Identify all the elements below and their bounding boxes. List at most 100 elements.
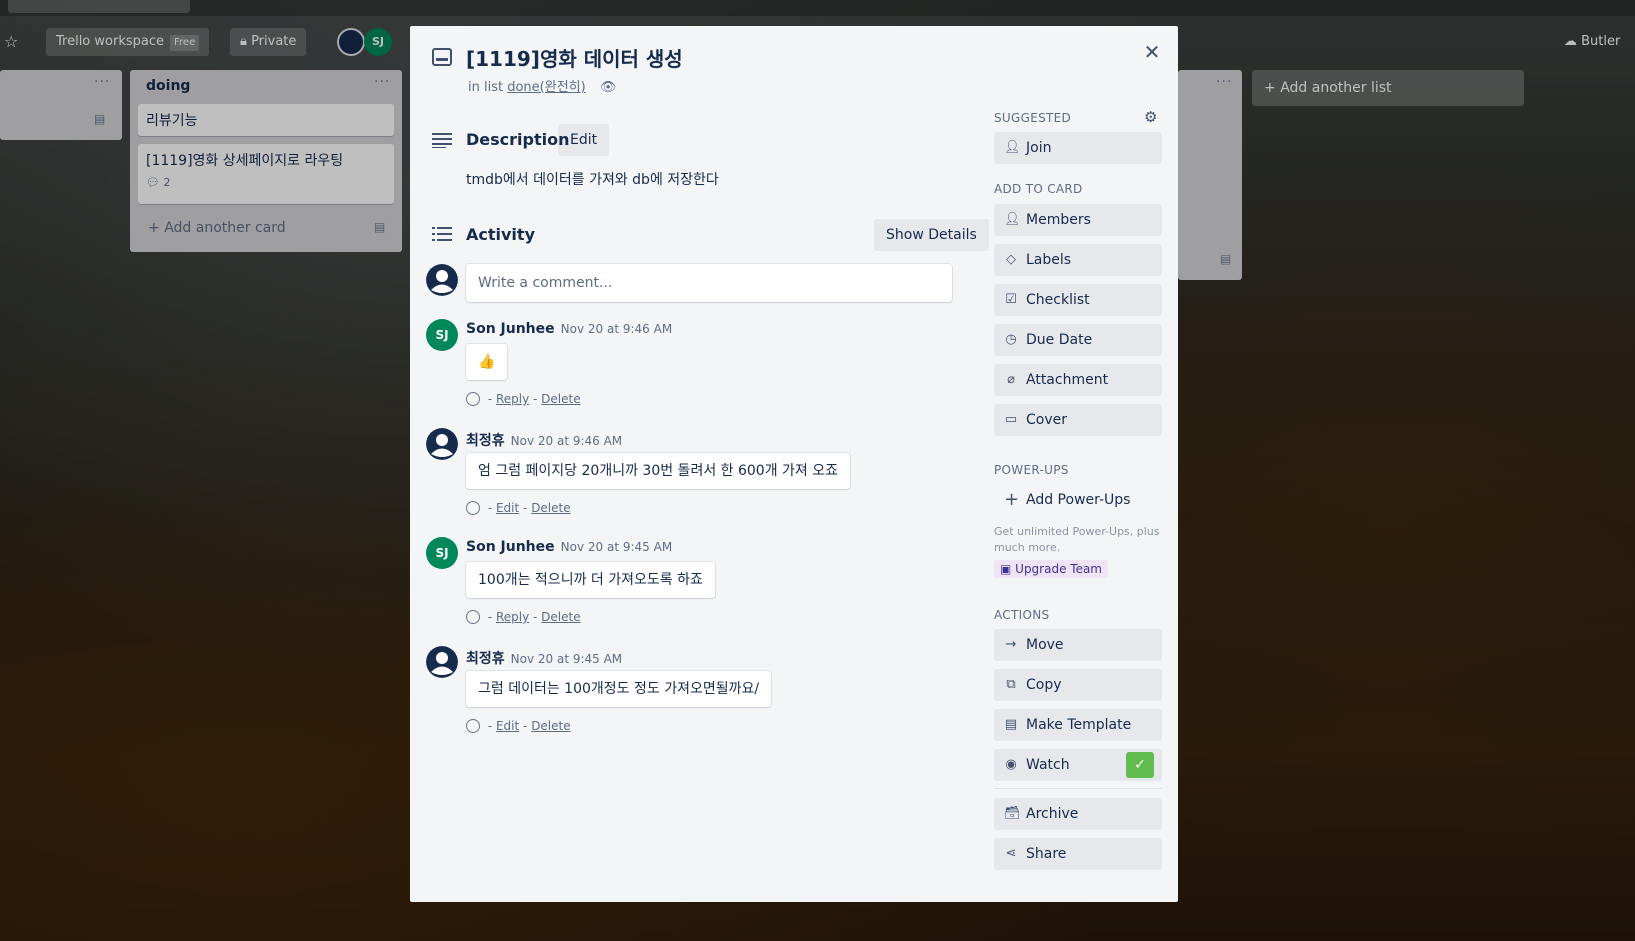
edit-link[interactable]: Edit bbox=[496, 501, 519, 515]
comment-text: 그럼 데이터는 100개정도 정도 가져오면될까요/ bbox=[466, 671, 772, 707]
comment-time[interactable]: Nov 20 at 9:46 AM bbox=[561, 322, 673, 336]
person-icon: 👤︎ bbox=[1004, 140, 1021, 155]
reply-link[interactable]: Reply bbox=[496, 392, 529, 406]
person-icon: 👤︎ bbox=[1004, 212, 1021, 227]
list-name-link[interactable]: done(완전히) bbox=[507, 80, 585, 95]
watch-label: Watch bbox=[1026, 757, 1070, 773]
upgrade-team-button[interactable]: ▣ Upgrade Team bbox=[994, 560, 1108, 578]
comment-time[interactable]: Nov 20 at 9:45 AM bbox=[561, 540, 673, 554]
clock-icon: ◷ bbox=[1005, 332, 1017, 347]
share-icon: ⋖ bbox=[1005, 846, 1017, 861]
author-name: 최정휴 bbox=[466, 651, 505, 667]
checklist-icon: ☑ bbox=[1005, 292, 1017, 307]
add-reaction-icon[interactable] bbox=[466, 501, 480, 515]
add-reaction-icon[interactable] bbox=[466, 392, 480, 406]
labels-button[interactable]: ◇ Labels bbox=[994, 244, 1162, 276]
description-heading: Description bbox=[466, 130, 570, 149]
check-icon: ✓ bbox=[1126, 752, 1154, 778]
archive-button[interactable]: 🗃︎ Archive bbox=[994, 798, 1162, 830]
share-button[interactable]: ⋖ Share bbox=[994, 838, 1162, 870]
members-button[interactable]: 👤︎ Members bbox=[994, 204, 1162, 236]
tag-icon: ◇ bbox=[1006, 252, 1016, 267]
move-label: Move bbox=[1026, 637, 1064, 653]
arrow-right-icon: → bbox=[1005, 637, 1017, 652]
delete-link[interactable]: Delete bbox=[531, 719, 570, 733]
activity-heading: Activity bbox=[466, 225, 535, 244]
close-icon[interactable]: ✕ bbox=[1140, 40, 1164, 64]
card-list-info: in list done(완전히) 👁︎ bbox=[468, 76, 616, 95]
avatar-sj[interactable]: SJ bbox=[426, 319, 458, 351]
add-reaction-icon[interactable] bbox=[466, 719, 480, 733]
delete-link[interactable]: Delete bbox=[541, 610, 580, 624]
avatar[interactable] bbox=[426, 428, 458, 460]
join-label: Join bbox=[1026, 140, 1052, 156]
author-name: 최정휴 bbox=[466, 433, 505, 449]
add-to-card-heading: ADD TO CARD bbox=[994, 182, 1083, 196]
eye-icon: ◉ bbox=[1005, 757, 1017, 772]
members-label: Members bbox=[1026, 212, 1091, 228]
description-icon bbox=[432, 133, 452, 148]
avatar[interactable] bbox=[426, 646, 458, 678]
copy-icon: ⧉ bbox=[1006, 677, 1016, 692]
avatar bbox=[426, 264, 458, 296]
show-details-button[interactable]: Show Details bbox=[874, 219, 989, 251]
move-button[interactable]: → Move bbox=[994, 629, 1162, 661]
attachment-label: Attachment bbox=[1026, 372, 1109, 388]
edit-link[interactable]: Edit bbox=[496, 719, 519, 733]
comment-author[interactable]: Son Junhee Nov 20 at 9:46 AM bbox=[466, 321, 672, 337]
make-template-button[interactable]: ▤ Make Template bbox=[994, 709, 1162, 741]
comment-actions: - Reply - Delete bbox=[466, 610, 581, 624]
description-edit-button[interactable]: Edit bbox=[558, 124, 610, 156]
add-powerups-label: Add Power-Ups bbox=[1026, 492, 1131, 508]
comment-text: 👍 bbox=[466, 344, 508, 380]
add-powerups-button[interactable]: + Add Power-Ups bbox=[994, 484, 1162, 516]
cover-button[interactable]: ▭ Cover bbox=[994, 404, 1162, 436]
divider bbox=[994, 788, 1162, 789]
make-template-label: Make Template bbox=[1026, 717, 1132, 733]
template-icon: ▤ bbox=[1004, 717, 1018, 732]
due-date-button[interactable]: ◷ Due Date bbox=[994, 324, 1162, 356]
join-button[interactable]: 👤︎ Join bbox=[994, 132, 1162, 164]
cover-icon: ▭ bbox=[1004, 412, 1018, 427]
plus-icon: + bbox=[1004, 489, 1020, 510]
comment-text: 100개는 적으니까 더 가져오도록 하죠 bbox=[466, 562, 715, 598]
card-title[interactable]: [1119]영화 데이터 생성 bbox=[466, 43, 683, 72]
delete-link[interactable]: Delete bbox=[541, 392, 580, 406]
comment-time[interactable]: Nov 20 at 9:45 AM bbox=[511, 652, 623, 666]
due-date-label: Due Date bbox=[1026, 332, 1093, 348]
description-text[interactable]: tmdb에서 데이터를 가져와 db에 저장한다 bbox=[466, 169, 719, 189]
add-reaction-icon[interactable] bbox=[466, 610, 480, 624]
delete-link[interactable]: Delete bbox=[531, 501, 570, 515]
comment-actions: - Reply - Delete bbox=[466, 392, 581, 406]
checklist-label: Checklist bbox=[1026, 292, 1090, 308]
comment-text: 엄 그럼 페이지당 20개니까 30번 돌려서 한 600개 가져 오죠 bbox=[466, 453, 851, 489]
comment-author[interactable]: 최정휴 Nov 20 at 9:46 AM bbox=[466, 430, 622, 450]
avatar-sj[interactable]: SJ bbox=[426, 537, 458, 569]
archive-label: Archive bbox=[1026, 806, 1079, 822]
card-icon bbox=[432, 48, 452, 66]
briefcase-icon: ▣ bbox=[1000, 562, 1016, 576]
share-label: Share bbox=[1026, 846, 1067, 862]
in-list-prefix: in list bbox=[468, 80, 504, 95]
archive-icon: 🗃︎ bbox=[1004, 806, 1021, 821]
comment-time[interactable]: Nov 20 at 9:46 AM bbox=[511, 434, 623, 448]
checklist-button[interactable]: ☑ Checklist bbox=[994, 284, 1162, 316]
comment-input[interactable]: Write a comment... bbox=[466, 264, 952, 302]
comment-author[interactable]: Son Junhee Nov 20 at 9:45 AM bbox=[466, 539, 672, 555]
suggested-heading: SUGGESTED bbox=[994, 111, 1072, 125]
comment-author[interactable]: 최정휴 Nov 20 at 9:45 AM bbox=[466, 648, 622, 668]
actions-heading: ACTIONS bbox=[994, 608, 1050, 622]
gear-icon[interactable]: ⚙ bbox=[1144, 108, 1157, 126]
cover-label: Cover bbox=[1026, 412, 1067, 428]
copy-button[interactable]: ⧉ Copy bbox=[994, 669, 1162, 701]
reply-link[interactable]: Reply bbox=[496, 610, 529, 624]
author-name: Son Junhee bbox=[466, 321, 555, 337]
attachment-button[interactable]: ⌀ Attachment bbox=[994, 364, 1162, 396]
comment-actions: - Edit - Delete bbox=[466, 501, 571, 515]
author-name: Son Junhee bbox=[466, 539, 555, 555]
paperclip-icon: ⌀ bbox=[1007, 372, 1015, 387]
powerups-heading: POWER-UPS bbox=[994, 463, 1069, 477]
labels-label: Labels bbox=[1026, 252, 1072, 268]
activity-icon bbox=[432, 227, 452, 241]
watch-button[interactable]: ◉ Watch ✓ bbox=[994, 749, 1162, 781]
